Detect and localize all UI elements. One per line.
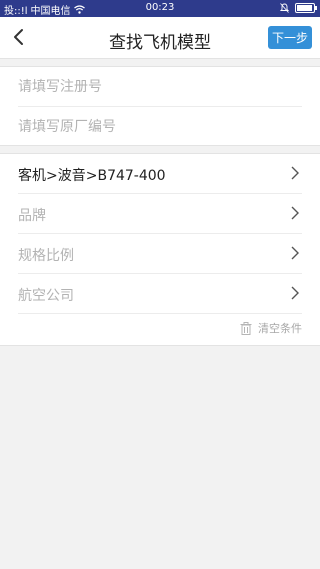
registration-input[interactable] [18, 67, 320, 107]
category-value: 客机>波音>B747-400 [18, 168, 166, 184]
airline-selector[interactable]: 航空公司 [0, 274, 320, 314]
category-selector[interactable]: 客机>波音>B747-400 [0, 154, 320, 194]
factory-number-input-row [18, 107, 320, 147]
identifier-input-group [0, 66, 320, 147]
battery-icon [295, 3, 317, 13]
filter-group: 客机>波音>B747-400 品牌 规格比例 航空公司 清空条件 [0, 153, 320, 346]
scale-label: 规格比例 [18, 248, 74, 264]
navigation-bar: 查找飞机模型 下一步 [0, 17, 320, 59]
clear-filters-label: 清空条件 [258, 322, 302, 335]
registration-input-row [18, 67, 320, 107]
chevron-right-icon [291, 246, 299, 260]
next-step-button[interactable]: 下一步 [268, 26, 312, 49]
airline-label: 航空公司 [18, 288, 74, 304]
brand-label: 品牌 [18, 208, 46, 224]
trash-icon [240, 321, 252, 335]
bell-off-icon [280, 3, 289, 13]
factory-number-input[interactable] [18, 107, 320, 147]
chevron-right-icon [291, 286, 299, 300]
scale-selector[interactable]: 规格比例 [0, 234, 320, 274]
brand-selector[interactable]: 品牌 [0, 194, 320, 234]
divider [18, 313, 302, 314]
clear-filters-button[interactable]: 清空条件 [240, 320, 302, 336]
chevron-right-icon [291, 166, 299, 180]
chevron-right-icon [291, 206, 299, 220]
status-bar: 投::!l 中国电信 00:23 [0, 0, 320, 17]
status-time: 00:23 [145, 2, 175, 13]
